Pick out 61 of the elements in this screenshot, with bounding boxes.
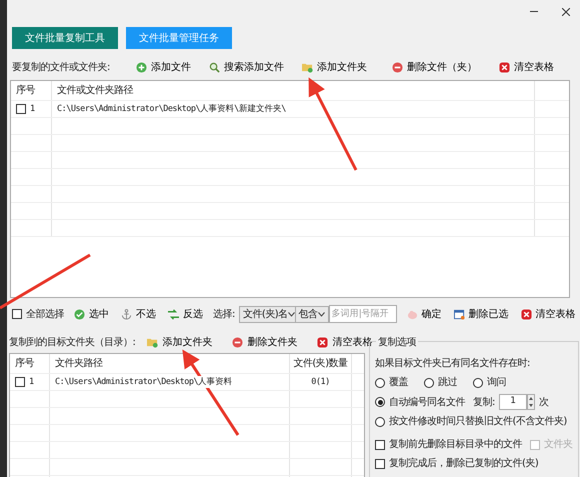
toolbar-button[interactable]: 清空表格 xyxy=(497,60,556,74)
radio-option[interactable]: 询问 xyxy=(473,375,506,390)
checkbox-option[interactable]: 复制完成后，删除已复制的文件(夹) xyxy=(375,456,573,471)
column-header: 序号 xyxy=(11,81,52,100)
column-header: 文件(夹)数量 xyxy=(290,354,352,373)
toolbar-button[interactable]: 确定 xyxy=(404,306,444,322)
toolbar-button[interactable]: 不选 xyxy=(119,306,158,322)
clear-icon xyxy=(317,336,328,348)
radio-option[interactable]: 跳过 xyxy=(424,375,457,390)
clear-icon xyxy=(520,308,532,320)
column-header: 文件或文件夹路径 xyxy=(52,81,535,100)
column-header: 序号 xyxy=(10,354,50,373)
radio-option[interactable]: 按文件修改时间只替换旧文件(不含文件夹) xyxy=(375,414,573,429)
window-icon xyxy=(454,308,465,320)
toolbar-button[interactable]: 添加文件 xyxy=(134,60,193,74)
row-checkbox[interactable] xyxy=(16,104,26,114)
radio-option[interactable]: 自动编号同名文件 xyxy=(375,394,465,410)
table-cell: C:\Users\Administrator\Desktop\人事资料\新建文件夹\ xyxy=(57,102,286,116)
toolbar-button[interactable]: 搜索添加文件 xyxy=(206,60,286,74)
toolbar-button[interactable]: 清空表格 xyxy=(518,306,578,322)
column-header: 文件夹路径 xyxy=(50,354,290,373)
table-cell: C:\Users\Administrator\Desktop\人事资料 xyxy=(55,376,232,388)
checkbox-option: 文件夹 xyxy=(530,437,572,452)
toolbar-button[interactable]: 删除已选 xyxy=(452,306,511,322)
toolbar-button[interactable]: 删除文件（夹） xyxy=(390,60,479,74)
toolbar-button[interactable]: 添加文件夹 xyxy=(300,60,369,74)
clear-icon xyxy=(499,62,510,72)
mode-dropdown[interactable]: 包含 xyxy=(294,306,329,322)
chevron-icon xyxy=(318,312,325,316)
arrows-icon xyxy=(168,308,179,320)
copies-unit: 次 xyxy=(538,396,548,410)
toolbar-button[interactable]: 删除文件夹 xyxy=(230,334,300,350)
section-label: 复制到的目标文件夹（目录）: xyxy=(9,336,136,350)
add-icon xyxy=(136,62,147,72)
select-all-checkbox[interactable]: 全部选择 xyxy=(12,306,64,322)
radio-option[interactable]: 覆盖 xyxy=(375,375,408,390)
row-number: 1 xyxy=(30,102,35,116)
close-icon[interactable] xyxy=(562,8,570,16)
folder-add-icon xyxy=(147,336,158,348)
folder-add-icon xyxy=(302,62,313,72)
chevron-icon xyxy=(288,312,295,316)
copies-label: 复制: xyxy=(473,396,495,410)
remove-icon xyxy=(232,336,244,348)
search-icon xyxy=(208,62,220,72)
row-number: 1 xyxy=(29,376,34,388)
spin-arrows-icon[interactable] xyxy=(526,394,535,410)
minimize-icon[interactable] xyxy=(530,11,538,13)
checkbox-option[interactable]: 复制前先删除目标目录中的文件 xyxy=(375,437,522,452)
table-cell: 0(1) xyxy=(311,376,330,388)
remove-icon xyxy=(392,62,403,72)
select-label: 选择: xyxy=(213,308,235,322)
toolbar-button[interactable]: 反选 xyxy=(166,306,205,322)
section-label: 要复制的文件或文件夹: xyxy=(12,60,110,74)
prompt-text: 如果目标文件夹已有同名文件存在时: xyxy=(375,356,531,371)
check-icon xyxy=(74,308,85,320)
toolbar-button[interactable]: 添加文件夹 xyxy=(145,334,214,350)
anchor-icon xyxy=(121,308,132,320)
toolbar-button[interactable]: 选中 xyxy=(72,306,111,322)
row-checkbox[interactable] xyxy=(15,377,25,387)
keyword-field[interactable]: 多词用|号隔开 xyxy=(328,305,397,323)
tool-tab[interactable]: 文件批量复制工具 xyxy=(12,27,118,49)
